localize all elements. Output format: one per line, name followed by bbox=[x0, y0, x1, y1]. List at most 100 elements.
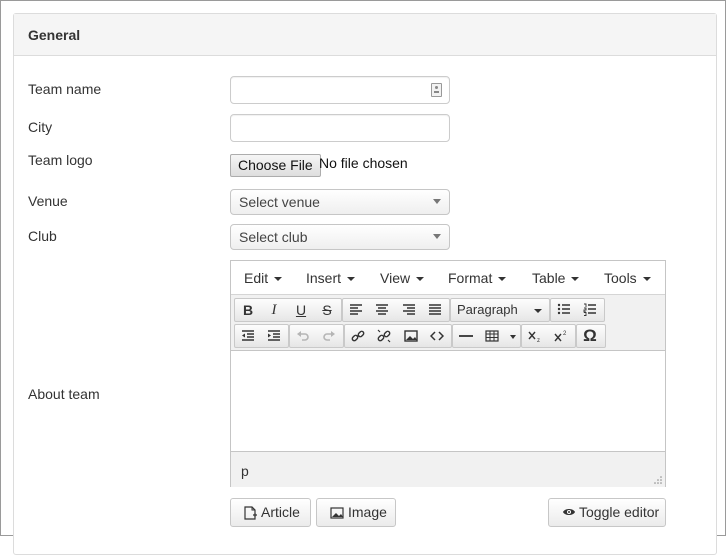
align-center-icon bbox=[376, 304, 388, 315]
svg-text:2: 2 bbox=[563, 331, 567, 337]
list-group bbox=[550, 298, 605, 322]
chevron-down-icon bbox=[433, 199, 441, 204]
city-field[interactable] bbox=[230, 114, 450, 142]
source-code-button[interactable] bbox=[424, 325, 450, 347]
editor-menubar: Edit Insert View Format Table Tools bbox=[231, 261, 665, 295]
code-icon bbox=[430, 331, 444, 341]
superscript-icon: 2 bbox=[554, 331, 567, 342]
redo-icon bbox=[323, 331, 335, 341]
underline-button[interactable]: U bbox=[288, 299, 314, 321]
block-format-select[interactable]: Paragraph bbox=[450, 298, 550, 322]
table-button[interactable] bbox=[479, 325, 519, 347]
editor-content-area[interactable] bbox=[231, 351, 665, 451]
insert-group bbox=[344, 324, 452, 348]
menu-tools-label: Tools bbox=[604, 270, 637, 286]
insert-link-button[interactable] bbox=[345, 325, 371, 347]
align-center-button[interactable] bbox=[369, 299, 395, 321]
choose-file-button[interactable]: Choose File bbox=[230, 154, 321, 177]
insert-image-button[interactable] bbox=[398, 325, 424, 347]
special-char-group: Ω bbox=[576, 324, 606, 348]
element-path[interactable]: p bbox=[241, 463, 249, 479]
team-name-input[interactable] bbox=[239, 77, 423, 103]
align-right-button[interactable] bbox=[396, 299, 422, 321]
team-name-label: Team name bbox=[28, 81, 102, 97]
rich-text-editor: Edit Insert View Format Table Tools B I … bbox=[230, 260, 666, 487]
superscript-button[interactable]: 2 bbox=[548, 325, 574, 347]
indent-button[interactable] bbox=[261, 325, 287, 347]
alignment-group bbox=[342, 298, 450, 322]
horizontal-rule-icon bbox=[459, 335, 473, 337]
menu-edit-label: Edit bbox=[244, 270, 269, 286]
outdent-button[interactable] bbox=[235, 325, 261, 347]
italic-button[interactable]: I bbox=[261, 299, 287, 321]
bold-button[interactable]: B bbox=[235, 299, 261, 321]
align-left-icon bbox=[350, 304, 362, 315]
venue-select[interactable]: Select venue bbox=[230, 189, 450, 215]
menu-tools[interactable]: Tools bbox=[604, 270, 651, 286]
city-input[interactable] bbox=[239, 115, 423, 141]
menu-insert[interactable]: Insert bbox=[306, 270, 356, 286]
chevron-down-icon bbox=[571, 277, 580, 282]
special-character-button[interactable]: Ω bbox=[577, 325, 603, 347]
about-team-label: About team bbox=[28, 386, 100, 402]
hr-table-group bbox=[452, 324, 521, 348]
insert-article-button[interactable]: Article bbox=[230, 498, 311, 527]
menu-table[interactable]: Table bbox=[532, 270, 580, 286]
horizontal-rule-button[interactable] bbox=[453, 325, 479, 347]
editor-toolbar: B I U S Paragraph z 2 Ω bbox=[231, 295, 665, 351]
indent-icon bbox=[268, 330, 280, 341]
script-group: z 2 bbox=[521, 324, 576, 348]
insert-image-action-button[interactable]: Image bbox=[316, 498, 396, 527]
align-left-button[interactable] bbox=[343, 299, 369, 321]
link-icon bbox=[351, 330, 365, 342]
menu-edit[interactable]: Edit bbox=[244, 270, 283, 286]
outdent-icon bbox=[242, 330, 254, 341]
menu-table-label: Table bbox=[532, 270, 566, 286]
venue-label: Venue bbox=[28, 193, 68, 209]
toggle-editor-label: Toggle editor bbox=[579, 504, 660, 520]
undo-icon bbox=[297, 331, 309, 341]
remove-link-button[interactable] bbox=[371, 325, 397, 347]
subscript-button[interactable]: z bbox=[522, 325, 548, 347]
bullet-list-icon bbox=[557, 303, 570, 315]
team-name-field[interactable] bbox=[230, 76, 450, 104]
article-button-label: Article bbox=[261, 504, 300, 520]
numbered-list-icon bbox=[583, 303, 596, 316]
resize-handle-icon[interactable] bbox=[654, 476, 662, 484]
chevron-down-icon bbox=[347, 277, 356, 282]
image-button-label: Image bbox=[348, 504, 387, 520]
city-label: City bbox=[28, 119, 53, 135]
unlink-icon bbox=[377, 329, 391, 343]
venue-select-value: Select venue bbox=[239, 194, 320, 210]
club-select[interactable]: Select club bbox=[230, 224, 450, 250]
menu-insert-label: Insert bbox=[306, 270, 342, 286]
club-label: Club bbox=[28, 228, 57, 244]
undo-button[interactable] bbox=[290, 325, 316, 347]
menu-view[interactable]: View bbox=[380, 270, 425, 286]
team-logo-label: Team logo bbox=[28, 152, 93, 168]
bullet-list-button[interactable] bbox=[551, 299, 577, 321]
general-panel: General Team name City Team logo Choose … bbox=[13, 13, 717, 555]
chevron-down-icon bbox=[642, 277, 651, 282]
menu-format[interactable]: Format bbox=[448, 270, 507, 286]
file-status-text: No file chosen bbox=[319, 155, 408, 171]
toggle-editor-button[interactable]: Toggle editor bbox=[548, 498, 666, 527]
chevron-down-icon bbox=[534, 309, 542, 313]
justify-button[interactable] bbox=[422, 299, 448, 321]
club-select-value: Select club bbox=[239, 229, 308, 245]
chevron-down-icon bbox=[274, 277, 283, 282]
contact-card-icon[interactable] bbox=[431, 83, 442, 97]
image-icon bbox=[404, 330, 418, 342]
table-icon bbox=[485, 330, 499, 342]
menu-view-label: View bbox=[380, 270, 411, 286]
indent-group bbox=[234, 324, 289, 348]
chevron-down-icon bbox=[510, 335, 516, 339]
numbered-list-button[interactable] bbox=[577, 299, 603, 321]
redo-button[interactable] bbox=[316, 325, 342, 347]
history-group bbox=[289, 324, 344, 348]
text-style-group: B I U S bbox=[234, 298, 342, 322]
editor-statusbar: p bbox=[231, 451, 665, 487]
window-frame: General Team name City Team logo Choose … bbox=[0, 0, 726, 555]
panel-title: General bbox=[28, 27, 81, 43]
strikethrough-button[interactable]: S bbox=[314, 299, 340, 321]
